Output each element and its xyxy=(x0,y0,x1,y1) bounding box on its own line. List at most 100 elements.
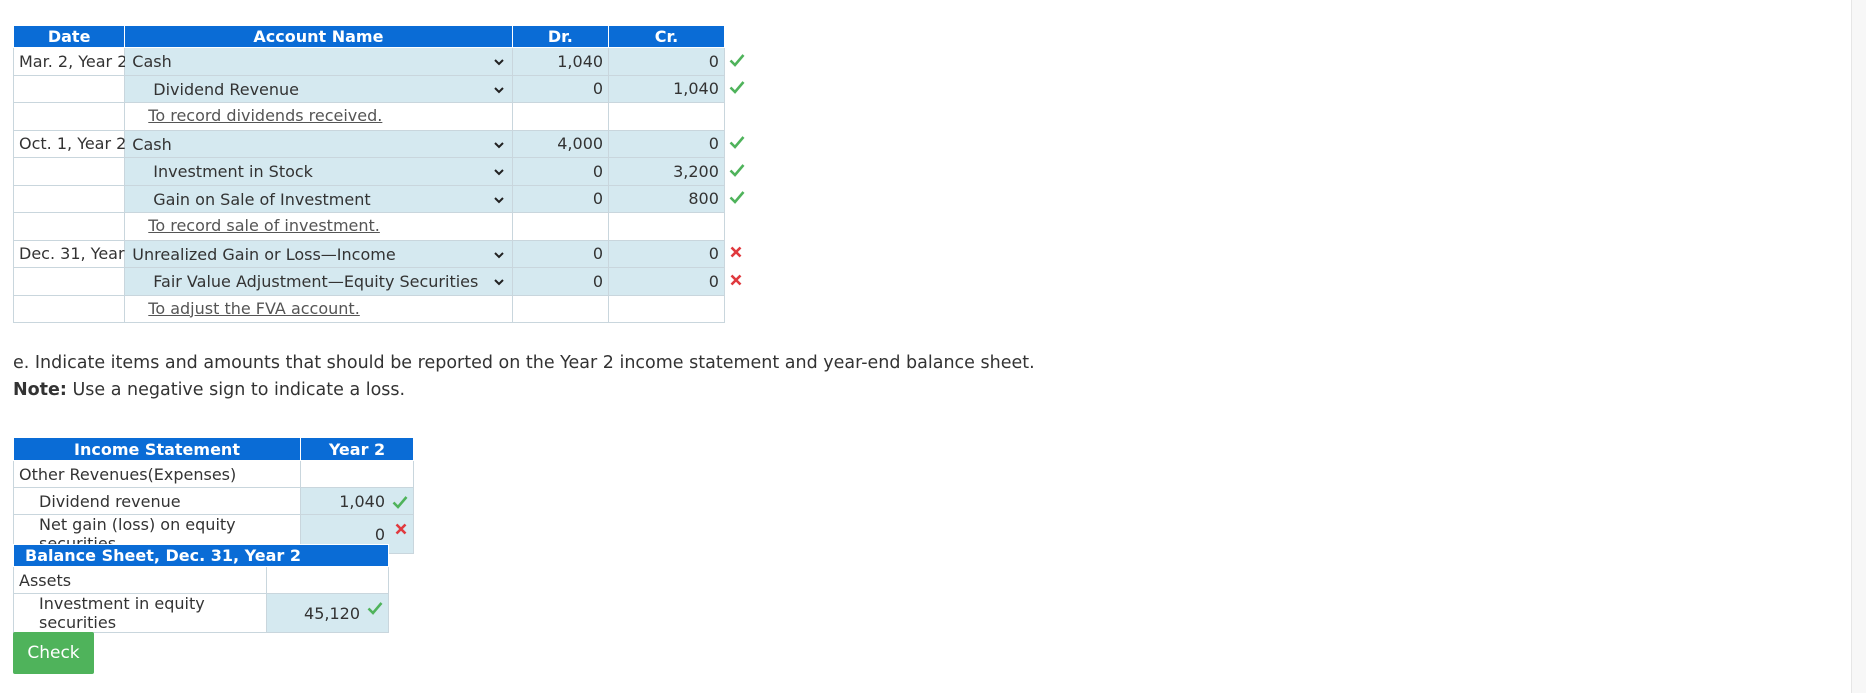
journal-entry-row: Dec. 31, Year 2 Unrealized Gain or Loss—I… xyxy=(12,239,759,268)
check-icon xyxy=(367,600,383,619)
note-label: Note: xyxy=(13,380,67,400)
journal-entry-table: Date Account Name Dr. Cr. Mar. 2, Year 2… xyxy=(12,25,759,323)
credit-cell xyxy=(608,102,725,131)
dividend-revenue-label: Dividend revenue xyxy=(13,487,301,515)
credit-input[interactable]: 0 xyxy=(608,47,725,76)
income-statement-header: Income Statement xyxy=(13,437,301,461)
investment-equity-row: Investment in equity securities 45,120 xyxy=(13,593,389,633)
mark-cell xyxy=(724,48,758,76)
credit-input[interactable]: 0 xyxy=(608,267,725,296)
debit-cell xyxy=(511,102,610,131)
memo-text: To record sale of investment. xyxy=(148,216,380,235)
mark-cell xyxy=(724,240,758,268)
income-statement-header-row: Income Statement Year 2 xyxy=(13,437,414,461)
dividend-revenue-row: Dividend revenue 1,040 xyxy=(13,487,414,515)
account-select[interactable]: Investment in Stock xyxy=(124,157,513,186)
mark-cell xyxy=(724,213,758,241)
mark-cell xyxy=(724,130,758,158)
balance-sheet-table: Balance Sheet, Dec. 31, Year 2 Assets In… xyxy=(13,544,389,633)
debit-column-header: Dr. xyxy=(511,25,610,48)
check-button[interactable]: Check xyxy=(13,632,94,674)
journal-entry-row: Gain on Sale of Investment 0 800 xyxy=(12,184,759,213)
date-cell xyxy=(12,157,126,186)
journal-entry-row: Fair Value Adjustment—Equity Securities 0… xyxy=(12,267,759,296)
assets-value xyxy=(266,566,389,594)
debit-cell xyxy=(511,212,610,241)
other-revenues-label: Other Revenues(Expenses) xyxy=(13,460,301,488)
check-icon xyxy=(392,494,408,513)
check-icon xyxy=(729,134,745,153)
date-cell xyxy=(12,102,126,131)
x-icon xyxy=(394,521,408,540)
date-cell xyxy=(12,184,126,213)
date-cell: Dec. 31, Year 2 xyxy=(12,239,140,268)
scrollbar[interactable] xyxy=(1851,0,1866,693)
account-name: Fair Value Adjustment—Equity Securities xyxy=(153,272,479,291)
date-column-header: Date xyxy=(12,25,126,48)
date-cell: Oct. 1, Year 2 xyxy=(12,129,126,158)
account-select[interactable]: Cash xyxy=(124,129,513,158)
other-revenues-value xyxy=(300,460,414,488)
debit-input[interactable]: 0 xyxy=(511,267,610,296)
balance-sheet-header: Balance Sheet, Dec. 31, Year 2 xyxy=(13,544,389,567)
net-gain-loss-value: 0 xyxy=(374,524,385,544)
instruction-text: e. Indicate items and amounts that shoul… xyxy=(13,353,1035,373)
x-icon xyxy=(729,272,743,291)
investment-equity-input[interactable]: 45,120 xyxy=(266,593,389,633)
debit-input[interactable]: 0 xyxy=(511,239,610,268)
journal-entry-row: Dividend Revenue 0 1,040 xyxy=(12,74,759,103)
credit-input[interactable]: 800 xyxy=(608,184,725,213)
account-select[interactable]: Unrealized Gain or Loss—Income xyxy=(124,239,513,268)
account-select[interactable]: Gain on Sale of Investment xyxy=(124,184,513,213)
journal-entry-row: Oct. 1, Year 2 Cash 4,000 0 xyxy=(12,129,759,158)
credit-input[interactable]: 0 xyxy=(608,129,725,158)
date-cell xyxy=(12,267,126,296)
memo-row: To adjust the FVA account. xyxy=(12,294,759,323)
instruction-note: Note: Use a negative sign to indicate a … xyxy=(13,377,1035,404)
check-icon xyxy=(729,52,745,71)
year-2-header: Year 2 xyxy=(300,437,414,461)
account-column-header: Account Name xyxy=(124,25,513,48)
account-name: Investment in Stock xyxy=(153,162,313,181)
mark-cell xyxy=(724,295,758,323)
debit-cell xyxy=(511,294,610,323)
credit-input[interactable]: 0 xyxy=(608,239,725,268)
memo-text: To record dividends received. xyxy=(148,106,383,125)
debit-input[interactable]: 4,000 xyxy=(511,129,610,158)
account-name: Cash xyxy=(132,134,172,154)
account-select[interactable]: Dividend Revenue xyxy=(124,74,513,103)
check-icon xyxy=(729,189,745,208)
account-name: Dividend Revenue xyxy=(153,79,300,99)
debit-input[interactable]: 0 xyxy=(511,74,610,103)
assets-label: Assets xyxy=(13,566,267,594)
mark-cell xyxy=(724,103,758,131)
balance-sheet-header-row: Balance Sheet, Dec. 31, Year 2 xyxy=(13,544,389,567)
dividend-revenue-value: 1,040 xyxy=(339,491,385,511)
dividend-revenue-input[interactable]: 1,040 xyxy=(300,487,414,515)
account-name: Gain on Sale of Investment xyxy=(153,189,371,209)
journal-header-row: Date Account Name Dr. Cr. xyxy=(12,25,759,48)
check-icon xyxy=(729,79,745,98)
mark-cell xyxy=(724,185,758,213)
mark-cell xyxy=(724,158,758,186)
debit-input[interactable]: 0 xyxy=(511,184,610,213)
account-select[interactable]: Fair Value Adjustment—Equity Securities xyxy=(124,267,513,296)
note-text: Use a negative sign to indicate a loss. xyxy=(66,380,406,400)
memo-row: To record sale of investment. xyxy=(12,212,759,241)
account-select[interactable]: Cash xyxy=(124,47,513,76)
date-cell xyxy=(12,212,126,241)
memo-text: To adjust the FVA account. xyxy=(148,298,360,318)
debit-input[interactable]: 1,040 xyxy=(511,47,610,76)
account-name: Cash xyxy=(132,52,172,71)
credit-cell xyxy=(608,294,725,323)
date-cell: Mar. 2, Year 2 xyxy=(12,47,127,76)
investment-equity-value: 45,120 xyxy=(304,603,360,623)
memo-cell: To record dividends received. xyxy=(124,102,513,131)
credit-input[interactable]: 1,040 xyxy=(608,74,725,103)
debit-input[interactable]: 0 xyxy=(511,157,610,186)
credit-input[interactable]: 3,200 xyxy=(608,157,725,186)
mark-column-spacer xyxy=(724,25,759,48)
journal-entry-row: Mar. 2, Year 2 Cash 1,040 0 xyxy=(12,47,759,76)
date-cell xyxy=(12,294,126,323)
other-revenues-row: Other Revenues(Expenses) xyxy=(13,460,414,488)
